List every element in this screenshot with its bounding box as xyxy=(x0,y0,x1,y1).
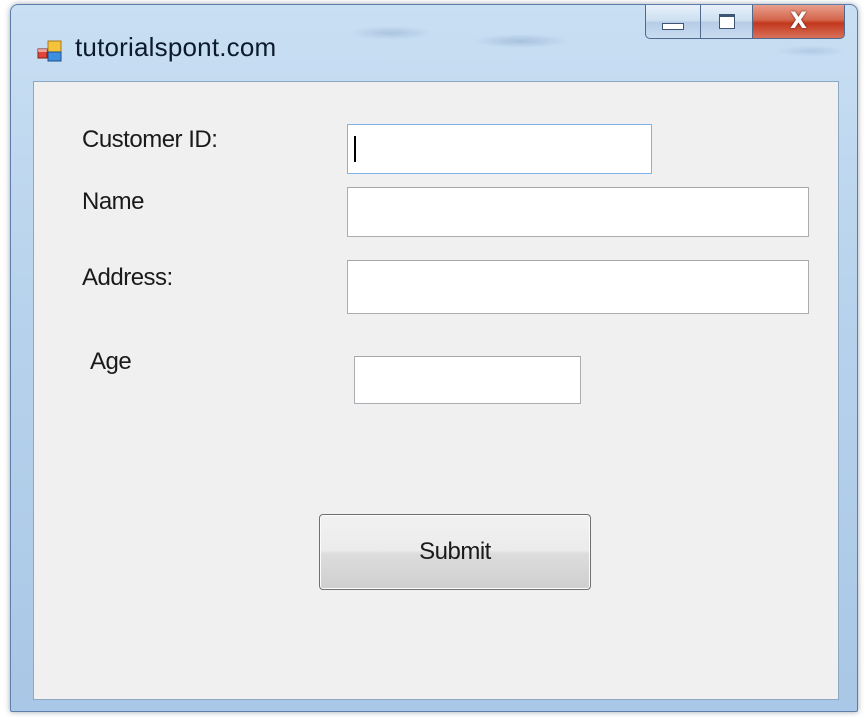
age-field[interactable] xyxy=(354,356,581,404)
close-button[interactable]: X xyxy=(753,5,845,39)
minimize-icon xyxy=(662,23,684,30)
submit-button[interactable]: Submit xyxy=(319,514,591,590)
winforms-app-icon xyxy=(37,39,63,63)
title-bar[interactable]: tutorialspont.com X xyxy=(11,5,857,81)
minimize-button[interactable] xyxy=(645,5,701,39)
customer-id-field[interactable] xyxy=(347,124,652,174)
age-label: Age xyxy=(90,348,132,375)
maximize-icon xyxy=(718,14,735,29)
application-window: tutorialspont.com X Customer ID: Name Ad… xyxy=(10,4,858,712)
name-label: Name xyxy=(82,188,145,215)
form-client-area: Customer ID: Name Address: Age Submit xyxy=(33,81,839,700)
address-label: Address: xyxy=(82,264,173,291)
text-caret xyxy=(354,136,356,162)
caption-buttons: X xyxy=(645,5,845,39)
address-field[interactable] xyxy=(347,260,809,314)
window-title: tutorialspont.com xyxy=(75,32,277,62)
name-field[interactable] xyxy=(347,187,809,237)
close-icon: X xyxy=(790,9,807,34)
customer-id-label: Customer ID: xyxy=(82,126,218,153)
maximize-button[interactable] xyxy=(701,5,753,39)
